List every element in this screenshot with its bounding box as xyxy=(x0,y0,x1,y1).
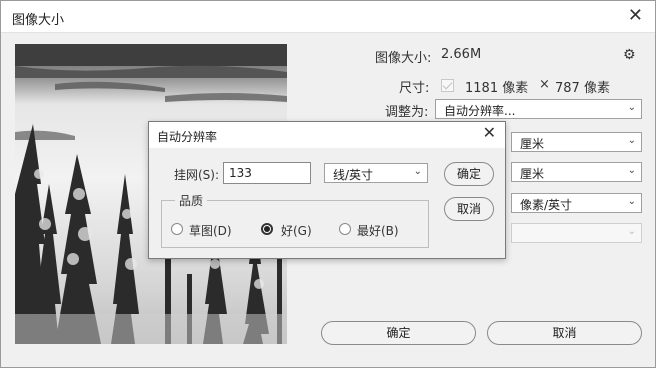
screen-unit-value: 线/英寸 xyxy=(333,168,374,182)
image-size-label: 图像大小: xyxy=(375,51,432,66)
chevron-down-icon: ⌄ xyxy=(413,166,422,177)
dimensions-label: 尺寸: xyxy=(399,81,430,96)
height-unit-value: 厘米 xyxy=(520,167,545,181)
fit-to-select[interactable]: 自动分辨率... ⌄ xyxy=(435,99,642,119)
chevron-down-icon: ⌄ xyxy=(627,226,636,237)
close-icon[interactable]: ✕ xyxy=(483,125,496,141)
dialog-title-bar: 自动分辨率 ✕ xyxy=(149,122,505,148)
chevron-down-icon: ⌄ xyxy=(627,102,636,113)
width-unit-value: 厘米 xyxy=(520,137,545,151)
auto-resolution-dialog: 自动分辨率 ✕ 挂网(S): 133 线/英寸 ⌄ 确定 取消 品质 草图(D)… xyxy=(148,121,506,259)
fit-to-value: 自动分辨率... xyxy=(444,104,516,118)
ok-button[interactable]: 确定 xyxy=(321,321,476,345)
screen-input[interactable]: 133 xyxy=(223,162,311,184)
quality-label: 品质 xyxy=(175,192,208,209)
dialog-ok-button[interactable]: 确定 xyxy=(444,162,494,186)
resolution-unit-value: 像素/英寸 xyxy=(520,198,573,212)
quality-draft-label: 草图(D) xyxy=(189,224,232,238)
times-symbol: × xyxy=(539,77,550,92)
resample-select: ⌄ xyxy=(511,223,642,243)
quality-best-label: 最好(B) xyxy=(357,224,399,238)
width-unit-select[interactable]: 厘米 ⌄ xyxy=(511,132,642,152)
image-size-window: 图像大小 ✕ 图像大小: 2.66M ⚙ 尺寸: 1181 像素 × 787 像… xyxy=(0,0,656,368)
quality-good-radio[interactable] xyxy=(261,223,273,235)
fit-to-label: 调整为: xyxy=(385,105,429,120)
chevron-down-icon: ⌄ xyxy=(627,165,636,176)
title-bar: 图像大小 ✕ xyxy=(1,1,655,33)
quality-draft-radio[interactable] xyxy=(171,223,183,235)
chevron-down-icon: ⌄ xyxy=(627,196,636,207)
width-pixels-value: 1181 像素 xyxy=(465,81,529,96)
screen-unit-select[interactable]: 线/英寸 ⌄ xyxy=(324,163,428,183)
checkbox-icon[interactable] xyxy=(441,79,454,92)
screen-label: 挂网(S): xyxy=(174,168,220,182)
resolution-unit-select[interactable]: 像素/英寸 ⌄ xyxy=(511,193,642,213)
cancel-button[interactable]: 取消 xyxy=(487,321,642,345)
quality-good-label: 好(G) xyxy=(281,224,312,238)
dialog-title: 自动分辨率 xyxy=(157,130,218,144)
height-unit-select[interactable]: 厘米 ⌄ xyxy=(511,162,642,182)
chevron-down-icon: ⌄ xyxy=(627,135,636,146)
close-icon[interactable]: ✕ xyxy=(628,7,643,25)
gear-icon[interactable]: ⚙ xyxy=(623,47,636,63)
height-pixels-value: 787 像素 xyxy=(555,81,610,96)
quality-best-radio[interactable] xyxy=(339,223,351,235)
image-size-value: 2.66M xyxy=(441,47,482,62)
window-title: 图像大小 xyxy=(12,13,65,28)
dialog-cancel-button[interactable]: 取消 xyxy=(444,197,494,221)
